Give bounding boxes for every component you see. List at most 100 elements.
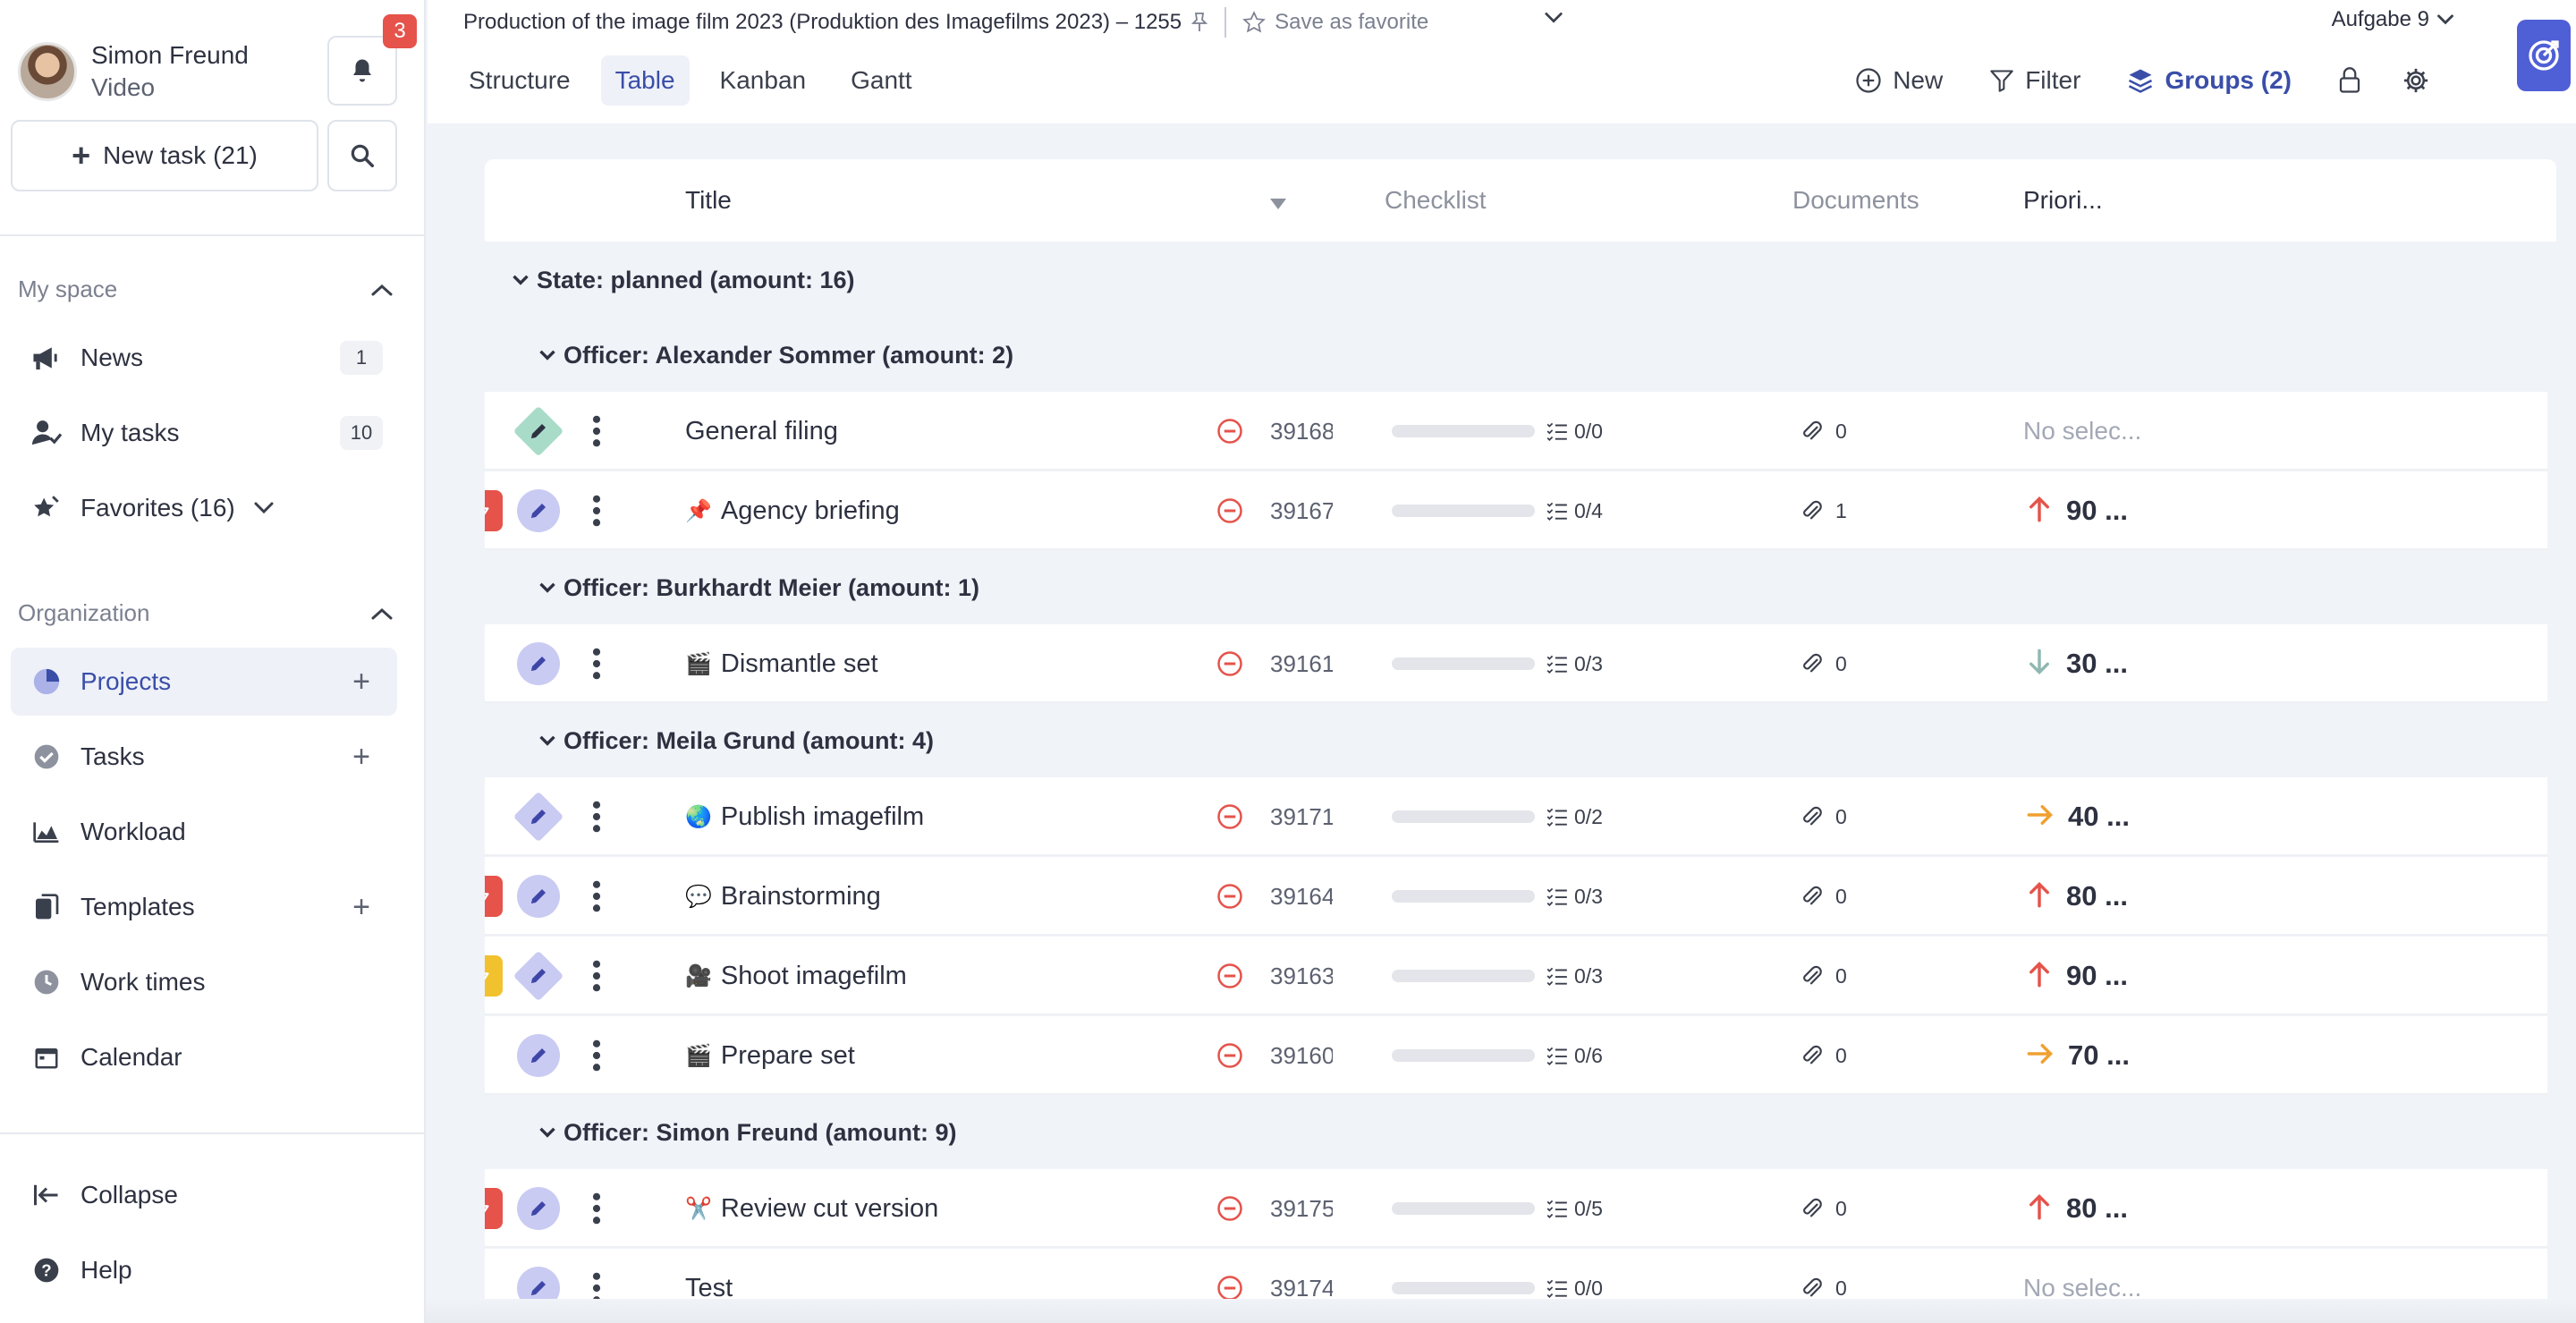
task-selector[interactable]: Aufgabe 9 bbox=[2332, 7, 2454, 32]
row-menu-icon[interactable] bbox=[592, 1016, 601, 1095]
officer-group-header[interactable]: Officer: Meila Grund (amount: 4) bbox=[485, 704, 2556, 777]
sidebar-item-label: Templates bbox=[80, 893, 195, 920]
table-row[interactable]: 🎥 Shoot imagefilm 39163 0/3 0 90 ... bbox=[485, 937, 2547, 1015]
row-menu-icon[interactable] bbox=[592, 471, 601, 550]
sidebar-item-tasks[interactable]: Tasks + bbox=[11, 723, 397, 791]
sidebar-item-workload[interactable]: Workload bbox=[11, 798, 397, 866]
tab-gantt[interactable]: Gantt bbox=[836, 55, 926, 106]
lock-button[interactable] bbox=[2338, 67, 2361, 94]
priority-value[interactable]: 90 ... bbox=[2066, 960, 2128, 992]
task-title[interactable]: Shoot imagefilm bbox=[721, 962, 907, 991]
add-project-icon[interactable]: + bbox=[352, 665, 370, 700]
sidebar-item-news[interactable]: News 1 bbox=[11, 324, 397, 392]
sidebar-item-templates[interactable]: Templates + bbox=[11, 873, 397, 941]
priority-arrow-up-icon bbox=[2027, 1193, 2052, 1225]
save-as-favorite-button[interactable]: Save as favorite bbox=[1242, 10, 1428, 35]
row-menu-icon[interactable] bbox=[592, 624, 601, 703]
status-icon[interactable] bbox=[1216, 624, 1243, 703]
status-icon[interactable] bbox=[1216, 1169, 1243, 1248]
status-icon[interactable] bbox=[1216, 857, 1243, 936]
row-menu-icon[interactable] bbox=[592, 937, 601, 1015]
add-task-icon[interactable]: + bbox=[352, 740, 370, 775]
sidebar-item-my-tasks[interactable]: My tasks 10 bbox=[11, 399, 397, 467]
sort-icon[interactable] bbox=[1268, 197, 1288, 211]
priority-value[interactable]: 30 ... bbox=[2066, 648, 2128, 680]
edit-icon[interactable] bbox=[517, 489, 560, 532]
task-title[interactable]: Dismantle set bbox=[721, 649, 878, 679]
table-row[interactable]: ✂️ Review cut version 39175 0/5 0 80 ... bbox=[485, 1169, 2547, 1248]
groups-button[interactable]: Groups (2) bbox=[2127, 66, 2292, 95]
calendar-icon bbox=[29, 1039, 64, 1075]
edit-icon[interactable] bbox=[517, 875, 560, 918]
chevron-down-icon[interactable] bbox=[1544, 11, 1563, 25]
edit-milestone-icon[interactable] bbox=[513, 405, 564, 457]
assistant-button[interactable] bbox=[2517, 20, 2571, 91]
save-as-favorite-label: Save as favorite bbox=[1275, 10, 1429, 34]
column-checklist[interactable]: Checklist bbox=[1385, 186, 1487, 215]
chevron-up-icon[interactable] bbox=[370, 283, 394, 297]
tab-table[interactable]: Table bbox=[600, 55, 690, 106]
new-task-button[interactable]: + New task (21) bbox=[11, 120, 318, 191]
filter-button[interactable]: Filter bbox=[1989, 66, 2080, 95]
task-id: 39175 bbox=[1270, 1194, 1333, 1222]
priority-value[interactable]: 40 ... bbox=[2068, 801, 2130, 833]
status-icon[interactable] bbox=[1216, 392, 1243, 471]
priority-value[interactable]: 80 ... bbox=[2066, 1192, 2128, 1225]
tab-structure[interactable]: Structure bbox=[454, 55, 585, 106]
new-button[interactable]: New bbox=[1855, 66, 1943, 95]
edit-icon[interactable] bbox=[517, 642, 560, 685]
organization-header[interactable]: Organization bbox=[18, 599, 394, 627]
row-menu-icon[interactable] bbox=[592, 777, 601, 856]
pin-icon[interactable] bbox=[1191, 12, 1208, 33]
row-menu-icon[interactable] bbox=[592, 857, 601, 936]
my-space-header[interactable]: My space bbox=[18, 276, 394, 303]
column-documents[interactable]: Documents bbox=[1792, 186, 1919, 215]
officer-group-header[interactable]: Officer: Alexander Sommer (amount: 2) bbox=[485, 318, 2556, 392]
priority-value[interactable]: 90 ... bbox=[2066, 495, 2128, 527]
officer-group-header[interactable]: Officer: Simon Freund (amount: 9) bbox=[485, 1096, 2556, 1169]
row-menu-icon[interactable] bbox=[592, 392, 601, 471]
priority-value[interactable]: 70 ... bbox=[2068, 1039, 2130, 1072]
table-row[interactable]: 🎬 Prepare set 39160 0/6 0 70 ... bbox=[485, 1016, 2547, 1095]
priority-value[interactable]: No selec... bbox=[2023, 417, 2141, 445]
table-row[interactable]: 📌 Agency briefing 39167 0/4 1 90 ... bbox=[485, 471, 2547, 550]
help-button[interactable]: ? Help bbox=[11, 1236, 397, 1304]
sidebar-item-favorites[interactable]: Favorites (16) bbox=[11, 474, 397, 542]
edit-milestone-icon[interactable] bbox=[513, 950, 564, 1002]
table-row[interactable]: 💬 Brainstorming 39164 0/3 0 80 ... bbox=[485, 857, 2547, 936]
user-profile[interactable]: Simon Freund Video bbox=[18, 39, 249, 104]
sidebar-item-work-times[interactable]: Work times bbox=[11, 948, 397, 1016]
chevron-down-icon[interactable] bbox=[253, 501, 275, 515]
task-title[interactable]: Review cut version bbox=[721, 1194, 938, 1224]
task-title[interactable]: Brainstorming bbox=[721, 882, 881, 912]
column-title[interactable]: Title bbox=[685, 186, 732, 215]
status-icon[interactable] bbox=[1216, 471, 1243, 550]
column-priority[interactable]: Priori... bbox=[2023, 186, 2103, 215]
row-menu-icon[interactable] bbox=[592, 1169, 601, 1248]
table-row[interactable]: 🌏 Publish imagefilm 39171 0/2 0 40 ... bbox=[485, 777, 2547, 856]
table-row[interactable]: 🎬 Dismantle set 39161 0/3 0 30 ... bbox=[485, 624, 2547, 703]
status-icon[interactable] bbox=[1216, 1016, 1243, 1095]
task-title[interactable]: General filing bbox=[685, 417, 838, 446]
edit-milestone-icon[interactable] bbox=[513, 791, 564, 843]
task-title[interactable]: Publish imagefilm bbox=[721, 802, 924, 832]
sidebar-item-calendar[interactable]: Calendar bbox=[11, 1023, 397, 1091]
add-template-icon[interactable]: + bbox=[352, 890, 370, 925]
collapse-button[interactable]: Collapse bbox=[11, 1161, 397, 1229]
priority-value[interactable]: 80 ... bbox=[2066, 880, 2128, 912]
table-row[interactable]: General filing 39168 0/0 0 No selec... bbox=[485, 392, 2547, 471]
edit-icon[interactable] bbox=[517, 1187, 560, 1230]
task-title[interactable]: Prepare set bbox=[721, 1041, 855, 1071]
settings-button[interactable] bbox=[2402, 67, 2429, 94]
officer-group-header[interactable]: Officer: Burkhardt Meier (amount: 1) bbox=[485, 551, 2556, 624]
search-button[interactable] bbox=[327, 120, 397, 191]
status-icon[interactable] bbox=[1216, 937, 1243, 1015]
state-group-header[interactable]: State: planned (amount: 16) bbox=[485, 242, 2556, 318]
task-title[interactable]: Agency briefing bbox=[721, 496, 900, 526]
sidebar-item-projects[interactable]: Projects + bbox=[11, 648, 397, 716]
tab-kanban[interactable]: Kanban bbox=[706, 55, 821, 106]
chevron-up-icon[interactable] bbox=[370, 606, 394, 621]
status-icon[interactable] bbox=[1216, 777, 1243, 856]
edit-icon[interactable] bbox=[517, 1034, 560, 1077]
new-label: New bbox=[1893, 66, 1944, 94]
